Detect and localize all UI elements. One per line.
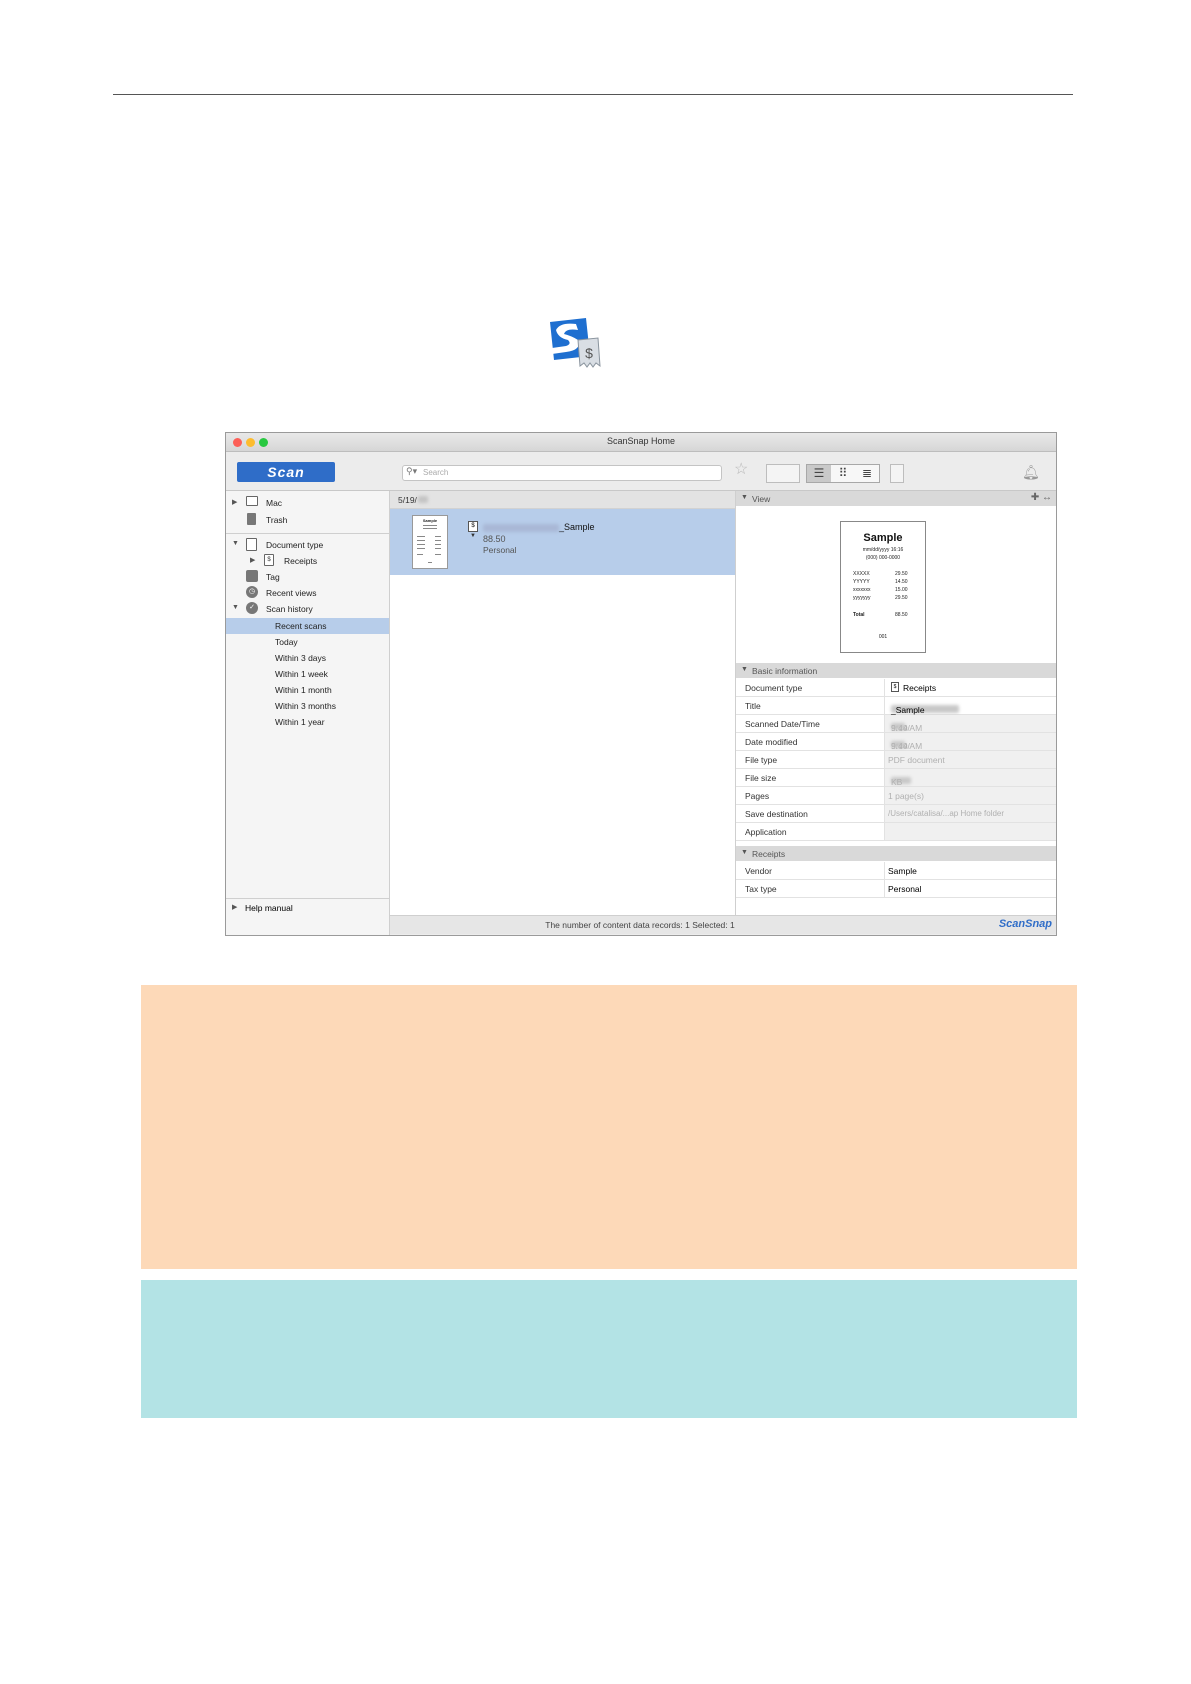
title-value[interactable]: _Sample: [884, 697, 1056, 715]
collapse-arrow-icon[interactable]: ▼: [741, 494, 748, 501]
collapse-arrow-icon[interactable]: ▼: [232, 604, 239, 611]
collapse-arrow-icon[interactable]: ▼: [741, 666, 748, 673]
dropdown-arrow-icon[interactable]: ▼: [470, 533, 476, 539]
view-section-header[interactable]: ▼ View ✚ ↔: [736, 491, 1056, 506]
grid-view-icon[interactable]: ⠿: [831, 465, 855, 482]
sidebar-item-today[interactable]: Today: [226, 634, 389, 650]
prop-pages: Pages 1 page(s): [736, 787, 1056, 805]
sidebar-item-scan-history[interactable]: ▼ ✓ Scan history: [226, 601, 389, 617]
detail-view-icon[interactable]: ≣: [855, 465, 879, 482]
receipt-thumbnail: Sample: [412, 515, 448, 569]
caution-box: [141, 985, 1077, 1269]
receipt-preview: Sample mm/dd/yyyy 16:16 (000) 000-0000 X…: [840, 521, 926, 653]
prop-date-modified: Date modified 5/19/ 9:44 AM: [736, 733, 1056, 751]
scansnap-receipt-app-icon: $: [550, 318, 601, 368]
tax-type-value[interactable]: Personal: [884, 880, 1056, 897]
collapse-arrow-icon[interactable]: ▼: [232, 540, 239, 547]
prop-save-destination: Save destination /Users/catalisa/...ap H…: [736, 805, 1056, 823]
collapse-arrow-icon[interactable]: ▼: [741, 849, 748, 856]
blurred-year: [418, 496, 428, 503]
receipt-icon: $: [891, 682, 899, 692]
prop-document-type: Document type $ Receipts: [736, 679, 1056, 697]
scan-button[interactable]: Scan: [237, 462, 335, 482]
search-icon: ⚲▾: [406, 466, 418, 476]
prop-application: Application: [736, 823, 1056, 841]
window-title: ScanSnap Home: [606, 436, 676, 446]
action-menu-button[interactable]: [766, 464, 800, 483]
detail-panel: ▼ View ✚ ↔ Sample mm/dd/yyyy 16:16 (000)…: [736, 491, 1056, 915]
receipt-doc-icon: $: [468, 521, 478, 532]
sidebar-item-receipts[interactable]: ▶ $ Receipts: [226, 553, 389, 569]
document-type-icon: [246, 538, 257, 551]
view-mode-selector: ☰ ⠿ ≣: [806, 464, 880, 483]
sidebar-item-within-1-year[interactable]: Within 1 year: [226, 714, 389, 730]
item-title: _Sample: [483, 522, 595, 532]
sidebar-item-within-1-week[interactable]: Within 1 week: [226, 666, 389, 682]
svg-text:$: $: [585, 345, 593, 361]
sidebar-item-recent-scans[interactable]: Recent scans: [226, 618, 389, 634]
help-manual-item[interactable]: ▶ Help manual: [226, 898, 389, 917]
date-group-header: 5/19/: [390, 491, 735, 509]
sidebar-item-within-1-month[interactable]: Within 1 month: [226, 682, 389, 698]
title-bar: ScanSnap Home: [226, 433, 1056, 452]
status-bar: The number of content data records: 1 Se…: [390, 915, 1056, 934]
sidebar-item-tag[interactable]: Tag: [226, 569, 389, 585]
basic-info-section-header[interactable]: ▼ Basic information: [736, 663, 1056, 678]
prop-vendor: Vendor Sample: [736, 862, 1056, 880]
prop-tax-type: Tax type Personal: [736, 880, 1056, 898]
recent-views-icon: ◷: [246, 586, 258, 598]
prop-title: Title _Sample: [736, 697, 1056, 715]
vendor-value[interactable]: Sample: [884, 862, 1056, 879]
search-placeholder: Search: [423, 468, 449, 477]
scan-history-icon: ✓: [246, 602, 258, 614]
page-header-rule: [113, 94, 1073, 95]
toolbar: Scan ⚲▾ Search ☆ ☰ ⠿ ≣ 🔔︎: [226, 452, 1056, 491]
expand-arrow-icon[interactable]: ▶: [250, 556, 255, 564]
favorite-star-icon[interactable]: ☆: [734, 462, 748, 478]
zoom-controls-icon[interactable]: ✚ ↔: [1031, 492, 1052, 503]
item-category: Personal: [483, 545, 517, 555]
receipts-section-header[interactable]: ▼ Receipts: [736, 846, 1056, 861]
expand-arrow-icon[interactable]: ▶: [232, 903, 237, 911]
content-list: 5/19/ Sample $ ▼ _Sample 88.50 Personal: [390, 491, 736, 915]
prop-file-type: File type PDF document: [736, 751, 1056, 769]
blurred-date-prefix: [483, 523, 559, 532]
hint-box: [141, 1280, 1077, 1418]
record-count: The number of content data records: 1 Se…: [545, 920, 735, 930]
tag-icon: [246, 570, 258, 582]
trash-icon: [247, 513, 256, 525]
sidebar-item-within-3-days[interactable]: Within 3 days: [226, 650, 389, 666]
sidebar-item-mac[interactable]: ▶ Mac: [226, 495, 389, 511]
document-type-value[interactable]: $ Receipts: [884, 679, 1056, 696]
receipt-icon: $: [264, 554, 274, 566]
computer-icon: [246, 496, 258, 506]
sidebar-item-trash[interactable]: Trash: [226, 512, 389, 528]
search-input[interactable]: ⚲▾ Search: [402, 465, 722, 481]
notification-bell-icon[interactable]: 🔔︎: [1022, 464, 1040, 481]
list-view-icon[interactable]: ☰: [807, 465, 831, 482]
sidebar: ▶ Mac Trash ▼ Document type ▶ $ Receipts…: [226, 491, 390, 935]
sidebar-item-within-3-months[interactable]: Within 3 months: [226, 698, 389, 714]
toggle-panel-icon[interactable]: [890, 464, 904, 483]
list-item[interactable]: Sample $ ▼ _Sample 88.50 Personal: [390, 509, 735, 575]
scansnap-logo: ScanSnap: [998, 918, 1052, 930]
sidebar-divider: [226, 533, 389, 534]
sidebar-item-document-type[interactable]: ▼ Document type: [226, 537, 389, 553]
prop-file-size: File size KB: [736, 769, 1056, 787]
prop-scanned: Scanned Date/Time 5/19/ 9:44 AM: [736, 715, 1056, 733]
item-amount: 88.50: [483, 534, 506, 544]
sidebar-item-recent-views[interactable]: ◷ Recent views: [226, 585, 389, 601]
scansnap-home-window: ScanSnap Home Scan ⚲▾ Search ☆ ☰ ⠿ ≣ 🔔︎ …: [225, 432, 1057, 936]
expand-arrow-icon[interactable]: ▶: [232, 498, 237, 506]
